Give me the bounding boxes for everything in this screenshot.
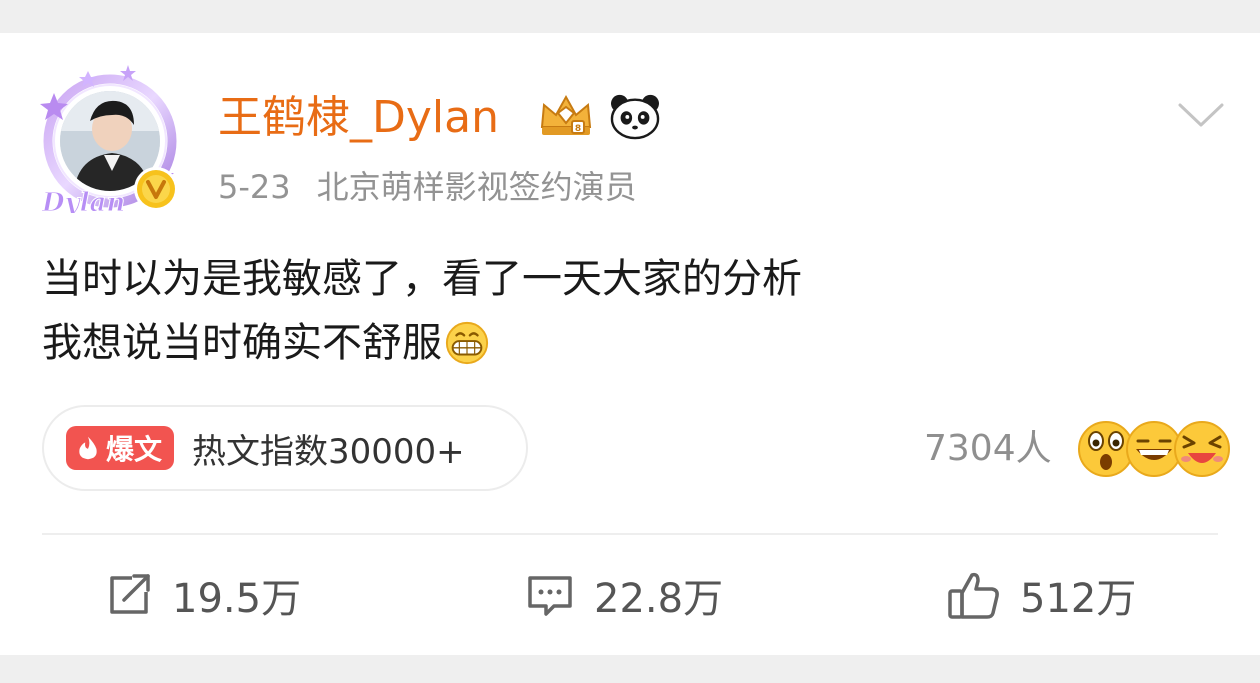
- post-text-line-2: 我想说当时确实不舒服: [42, 311, 802, 375]
- reaction-count[interactable]: 7304人: [924, 427, 1052, 471]
- repost-button[interactable]: 19.5万: [104, 567, 301, 623]
- chevron-down-icon[interactable]: [1172, 95, 1230, 135]
- repost-count: 19.5万: [172, 576, 302, 622]
- svg-text:8: 8: [575, 124, 581, 134]
- comment-button[interactable]: 22.8万: [524, 567, 723, 623]
- svg-text:Dylan: Dylan: [41, 188, 125, 213]
- post-meta: 5-23 北京萌样影视签约演员: [218, 165, 637, 209]
- reaction-emojis[interactable]: [1076, 419, 1236, 479]
- hot-article-pill[interactable]: 爆文 热文指数30000+: [42, 405, 528, 491]
- user-bio: 北京萌样影视签约演员: [316, 168, 637, 206]
- user-badges: 8: [536, 89, 662, 143]
- grin-emoji-icon: [445, 321, 489, 365]
- post-text-line: 当时以为是我敏感了，看了一天大家的分析: [42, 256, 802, 302]
- username[interactable]: 王鹤棣_Dylan: [218, 91, 499, 145]
- verified-v-icon: [137, 170, 175, 208]
- comment-icon: [528, 576, 572, 616]
- squint-laugh-emoji-icon: [1174, 421, 1230, 477]
- hot-badge: 爆文: [66, 426, 175, 470]
- hot-badge-label: 爆文: [106, 433, 163, 466]
- thumbs-up-icon: [948, 572, 999, 619]
- verified-badge: [134, 167, 178, 211]
- panda-icon[interactable]: [608, 92, 662, 140]
- weibo-post-card: Dylan 王鹤棣_Dylan 8 5-23 北京萌样影视签约演员 当时以为是我…: [0, 33, 1260, 655]
- divider: [42, 533, 1218, 535]
- repost-icon: [110, 574, 150, 614]
- post-date: 5-23: [218, 168, 291, 206]
- post-text-line: 我想说当时确实不舒服: [42, 320, 442, 366]
- post-text: 当时以为是我敏感了，看了一天大家的分析 我想说当时确实不舒服: [42, 247, 802, 375]
- crown-diamond-icon[interactable]: 8: [536, 91, 596, 141]
- avatar[interactable]: Dylan: [36, 63, 186, 213]
- hot-index-text: 热文指数30000+: [192, 431, 465, 472]
- like-count: 512万: [1020, 576, 1137, 622]
- flame-icon: [79, 436, 97, 460]
- comment-count: 22.8万: [594, 576, 724, 622]
- like-button[interactable]: 512万: [946, 567, 1136, 623]
